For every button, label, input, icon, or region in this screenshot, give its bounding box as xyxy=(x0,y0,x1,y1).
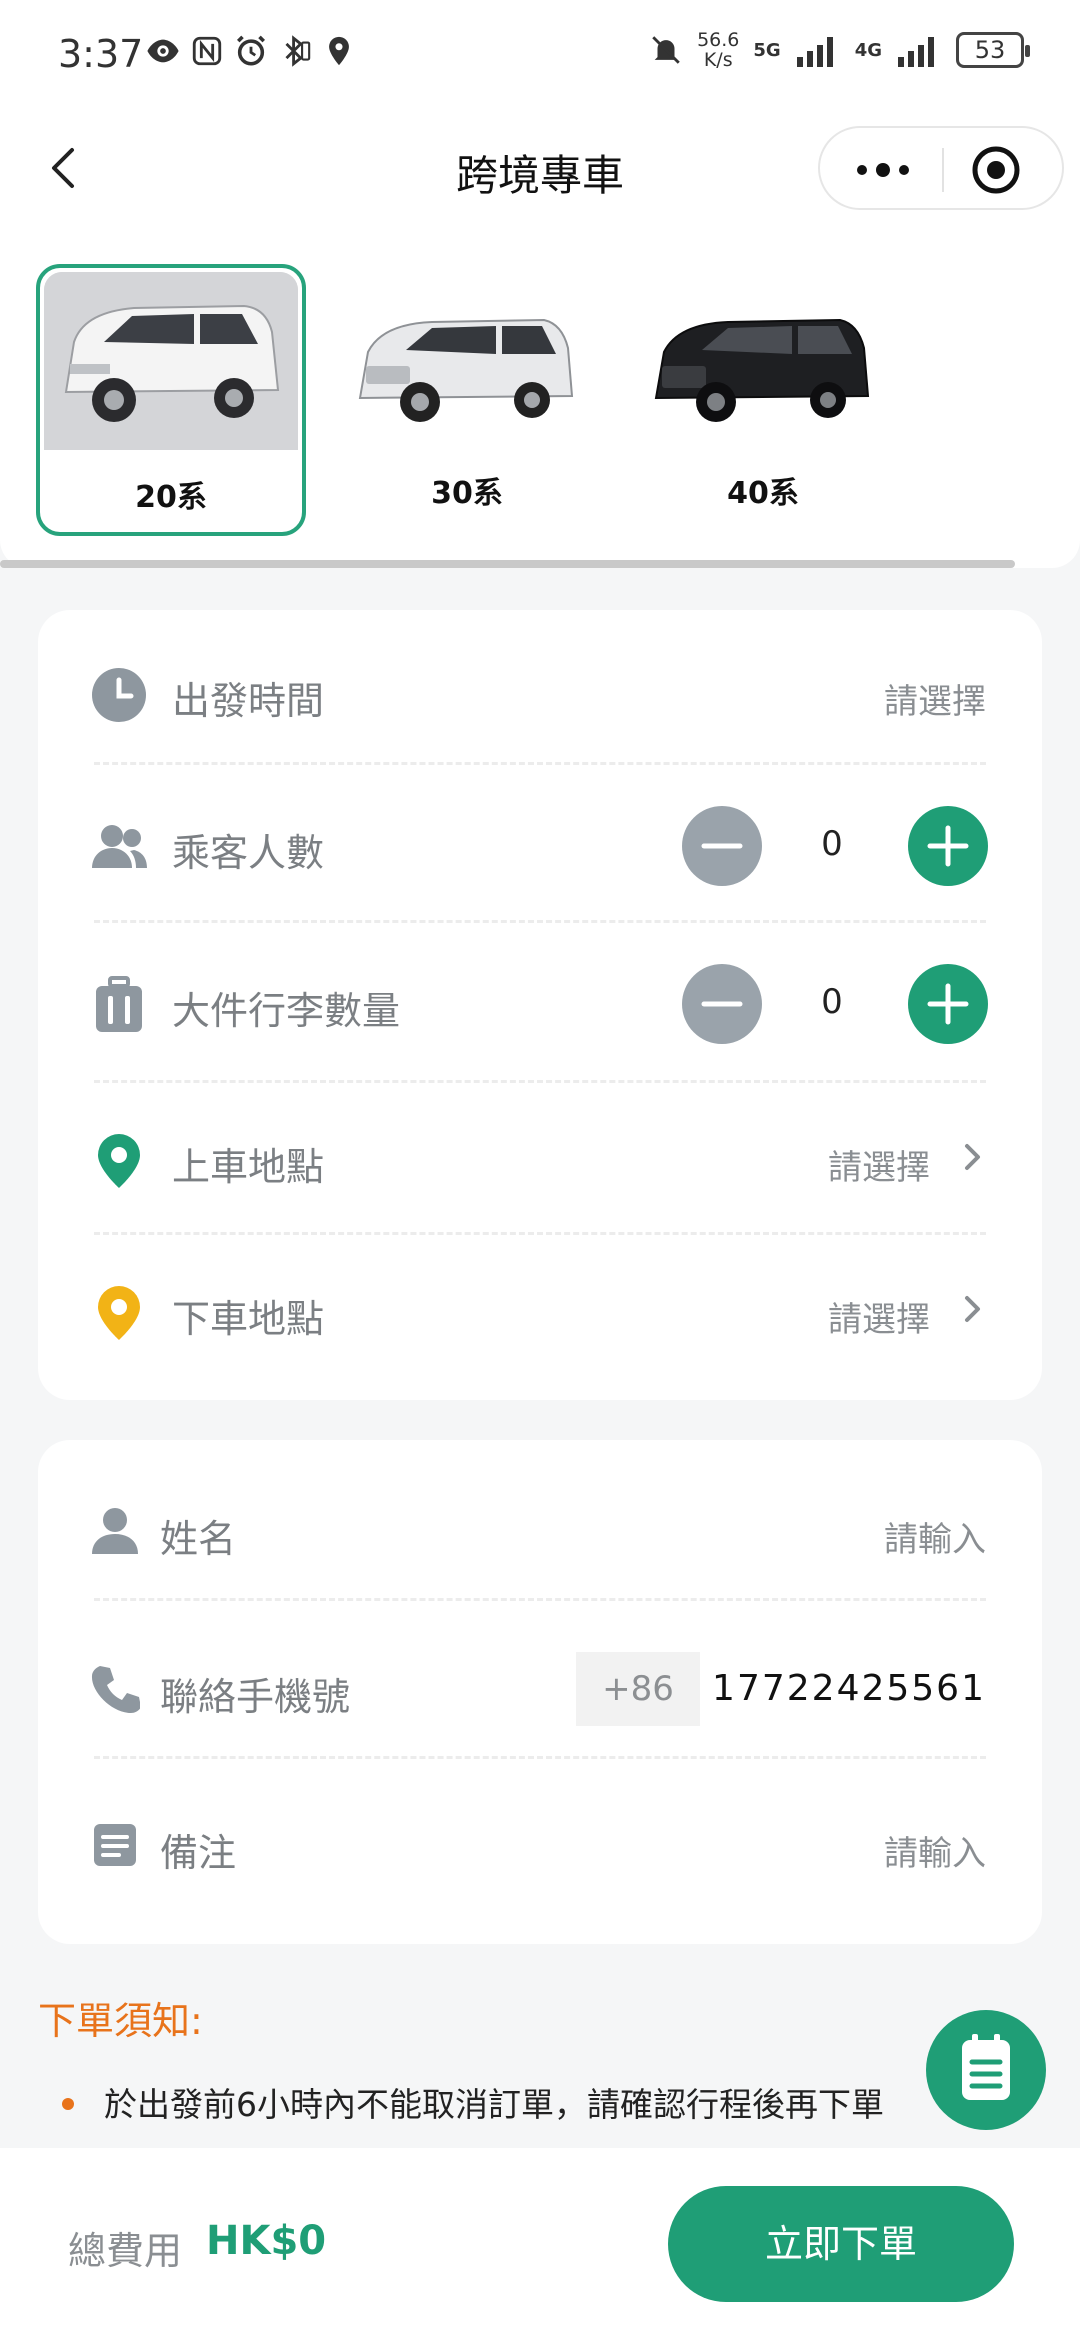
phone-icon xyxy=(91,1666,140,1713)
departure-time-label: 出發時間 xyxy=(172,679,325,723)
name-input[interactable]: 請輸入 xyxy=(884,1512,986,1561)
van-image-white xyxy=(44,272,298,450)
plus-icon xyxy=(927,825,969,867)
total-label: 總費用 xyxy=(68,2229,183,2273)
divider xyxy=(94,1598,986,1601)
passengers-value: 0 xyxy=(821,824,843,864)
luggage-plus-button[interactable] xyxy=(908,964,988,1044)
car-image xyxy=(632,268,886,446)
luggage-label: 大件行李數量 xyxy=(172,989,401,1033)
luggage-minus-button[interactable] xyxy=(682,964,762,1044)
nav-bar: 跨境專車 xyxy=(0,108,1080,228)
pickup-pin-icon xyxy=(98,1134,140,1188)
divider xyxy=(94,1232,986,1235)
bluetooth-icon xyxy=(285,35,311,67)
divider xyxy=(94,920,986,923)
status-time: 3:37 xyxy=(58,32,144,76)
van-image-silver xyxy=(358,318,574,422)
submit-order-button[interactable]: 立即下單 xyxy=(668,2186,1014,2302)
country-code-select[interactable]: +86 xyxy=(576,1652,700,1726)
notice-item: 於出發前6小時內不能取消訂單，請確認行程後再下單 xyxy=(104,2085,884,2124)
pickup-label: 上車地點 xyxy=(172,1145,325,1189)
passengers-minus-button[interactable] xyxy=(682,806,762,886)
network-4g: 4G xyxy=(854,39,882,61)
car-type-selector: 20系 30系 40系 xyxy=(0,228,1080,568)
van-image-black xyxy=(654,318,870,422)
nfc-icon xyxy=(192,36,222,66)
chevron-right-icon xyxy=(965,1296,980,1322)
clock-icon xyxy=(92,668,146,722)
total-amount: HK$0 xyxy=(206,2218,327,2264)
divider xyxy=(94,762,986,765)
dropoff-label: 下車地點 xyxy=(172,1297,325,1341)
network-speed: 56.6 K/s xyxy=(697,30,739,70)
capsule-divider xyxy=(942,148,944,192)
car-label: 20系 xyxy=(135,480,207,515)
remark-label: 備注 xyxy=(160,1831,237,1875)
notice-title: 下單須知: xyxy=(38,1999,203,2043)
divider xyxy=(94,1080,986,1083)
alarm-icon xyxy=(236,35,266,66)
luggage-icon xyxy=(96,976,142,1032)
order-list-button[interactable] xyxy=(926,2010,1080,2130)
status-left-icons xyxy=(146,34,356,68)
person-icon xyxy=(92,1508,138,1554)
pickup-value: 請選擇 xyxy=(828,1148,930,1188)
dropoff-pin-icon xyxy=(98,1286,140,1340)
bottom-action-bar: 總費用 HK$0 立即下單 xyxy=(0,2148,1080,2340)
signal-icon xyxy=(898,37,934,67)
fab-circle xyxy=(926,2010,1046,2130)
phone-label: 聯絡手機號 xyxy=(160,1675,351,1719)
luggage-value: 0 xyxy=(821,982,843,1022)
plus-icon xyxy=(927,983,969,1025)
minus-icon xyxy=(701,843,743,849)
departure-time-value: 請選擇 xyxy=(884,682,986,722)
signal-icon xyxy=(796,37,833,67)
contact-card: 姓名 請輸入 聯絡手機號 +86 17722425561 備注 請輸入 xyxy=(38,1440,1042,1944)
car-option-40[interactable]: 40系 xyxy=(628,264,898,536)
location-icon xyxy=(329,36,349,66)
divider xyxy=(94,1756,986,1759)
phone-input[interactable]: 17722425561 xyxy=(712,1668,986,1709)
note-icon xyxy=(94,1824,136,1866)
more-icon[interactable] xyxy=(848,150,918,190)
network-speed-value: 56.6 xyxy=(697,29,740,51)
car-image xyxy=(44,272,298,450)
dropoff-value: 請選擇 xyxy=(828,1300,930,1340)
status-bar: 3:37 56.6 K/s 5G 4G 53 xyxy=(0,0,1080,108)
eye-icon xyxy=(147,39,179,63)
status-right-icons: 56.6 K/s 5G 4G 53 xyxy=(649,30,1030,70)
car-label: 40系 xyxy=(727,476,799,511)
clipboard-icon xyxy=(962,2034,1010,2100)
battery-icon: 53 xyxy=(956,32,1030,68)
network-5g: 5G xyxy=(753,39,781,61)
notice-bullet xyxy=(62,2098,74,2110)
miniprogram-capsule xyxy=(818,126,1064,210)
network-speed-unit: K/s xyxy=(703,49,733,71)
horizontal-scrollbar[interactable] xyxy=(0,560,1015,568)
mute-bell-icon xyxy=(652,36,680,64)
car-image xyxy=(336,268,590,446)
passengers-plus-button[interactable] xyxy=(908,806,988,886)
car-option-30[interactable]: 30系 xyxy=(332,264,602,536)
people-icon xyxy=(92,825,147,868)
car-option-20[interactable]: 20系 xyxy=(36,264,306,536)
car-label: 30系 xyxy=(431,476,503,511)
name-label: 姓名 xyxy=(160,1517,237,1561)
trip-details-card: 出發時間 請選擇 乘客人數 0 大件行李數量 0 上車地點 請選擇 下車地點 請… xyxy=(38,610,1042,1400)
chevron-right-icon xyxy=(965,1144,980,1170)
close-miniprogram-icon[interactable] xyxy=(970,144,1022,196)
passengers-label: 乘客人數 xyxy=(172,831,325,875)
remark-input[interactable]: 請輸入 xyxy=(884,1826,986,1875)
minus-icon xyxy=(701,1001,743,1007)
